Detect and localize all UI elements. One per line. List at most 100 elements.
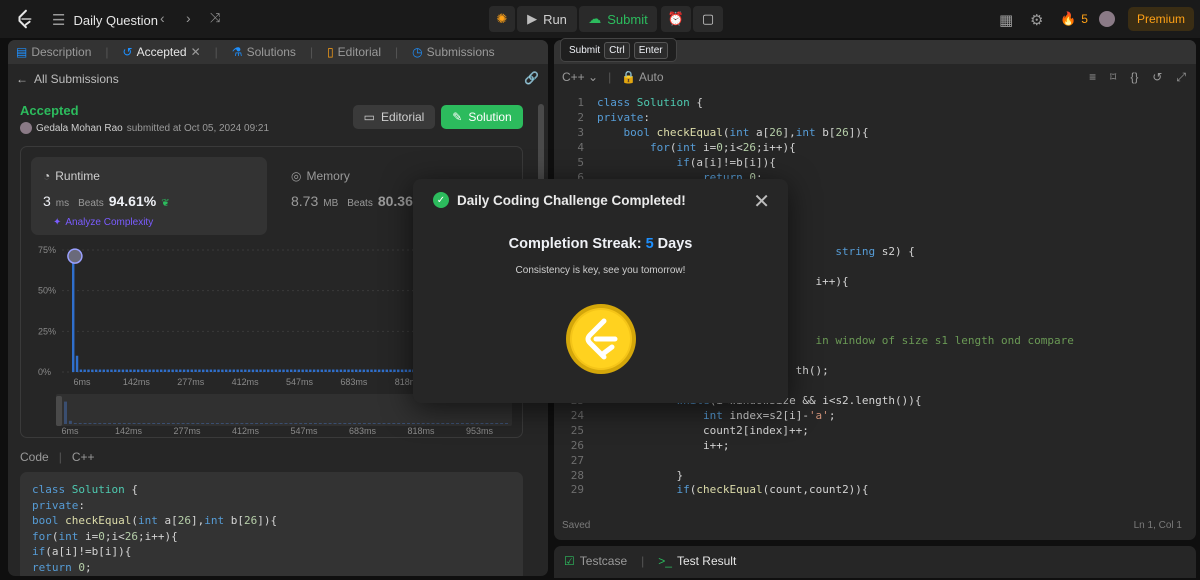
submitted-time: submitted at Oct 05, 2024 09:21 — [126, 122, 270, 134]
navigator-tick-label: 547ms — [290, 426, 318, 434]
navigator-bar — [206, 423, 210, 424]
link-icon[interactable]: 🔗 — [524, 71, 539, 85]
auto-toggle[interactable]: 🔒 Auto — [621, 70, 663, 84]
premium-button[interactable]: Premium — [1128, 7, 1194, 31]
navigator-bar — [157, 423, 161, 424]
play-icon: ▶ — [527, 11, 538, 26]
navigator-bar — [220, 423, 224, 424]
chart-bar — [129, 369, 132, 372]
prev-problem-icon[interactable]: ‹ — [160, 10, 165, 26]
chip-icon: ◎ — [291, 169, 302, 183]
solution-button[interactable]: ✎ Solution — [441, 105, 523, 129]
next-problem-icon[interactable]: › — [186, 10, 191, 26]
debug-button[interactable]: ✺ — [489, 6, 515, 32]
line-number: 28 — [570, 468, 584, 482]
chart-bar — [362, 369, 366, 372]
gear-icon[interactable]: ⚙ — [1030, 11, 1043, 29]
navigator-bar — [181, 423, 185, 424]
chart-bar — [381, 369, 385, 372]
navigator-bar — [416, 423, 420, 424]
braces-icon[interactable]: {} — [1130, 70, 1138, 85]
line-number: 26 — [570, 438, 584, 452]
streak-counter[interactable]: 🔥 5 — [1060, 11, 1088, 27]
editorial-button[interactable]: ▭ Editorial — [353, 105, 435, 129]
leetcode-logo-icon[interactable] — [14, 8, 36, 30]
navigator-bar — [485, 423, 489, 424]
shuffle-icon[interactable]: ⤨ — [210, 10, 220, 26]
chart-bar — [91, 369, 94, 372]
chart-bar — [79, 369, 83, 372]
close-icon[interactable]: ✕ — [753, 189, 770, 214]
x-tick-label: 6ms — [73, 377, 91, 387]
tab-editorial[interactable]: ▯ Editorial — [327, 45, 381, 59]
timer-button[interactable]: ⏰ — [661, 6, 691, 32]
avatar[interactable] — [1099, 11, 1115, 27]
close-tab-icon[interactable]: ✕ — [191, 45, 201, 59]
navigator-bar — [304, 423, 308, 424]
navigator-bar — [436, 423, 440, 424]
chart-bar — [320, 369, 323, 372]
submit-button[interactable]: ☁ Submit — [579, 6, 657, 32]
author-name[interactable]: Gedala Mohan Rao — [36, 123, 123, 134]
problem-list-icon: ☰ — [52, 12, 66, 29]
line-number: 1 — [577, 96, 584, 109]
chart-bar — [358, 369, 362, 372]
runtime-beats-pct: 94.61% — [108, 193, 157, 209]
arrow-left-icon: ← — [16, 72, 28, 86]
navigator-bar — [343, 423, 347, 424]
memory-number: 8.73 — [291, 193, 319, 209]
daily-question-nav[interactable]: ☰ Daily Question — [52, 11, 158, 29]
submission-status: Accepted — [20, 103, 79, 118]
enter-key: Enter — [633, 41, 668, 59]
navigator-bar — [201, 423, 205, 424]
navigator-bar — [93, 423, 97, 424]
bookmark-icon[interactable]: ⌑ — [1110, 70, 1116, 85]
sparkle-icon: ✦ — [53, 217, 62, 228]
author-avatar[interactable] — [20, 122, 32, 134]
chart-bar — [148, 369, 151, 372]
run-button[interactable]: ▶ Run — [517, 6, 577, 32]
tab-accepted[interactable]: ↺ Accepted ✕ — [123, 45, 201, 59]
tab-testcase[interactable]: ☑ Testcase — [564, 554, 627, 568]
layout-grid-icon[interactable]: ▦ — [999, 11, 1013, 29]
tab-description[interactable]: ▤ Description — [16, 45, 91, 59]
navigator-bar — [196, 423, 200, 424]
user-submission-marker — [67, 248, 83, 264]
line-number: 3 — [577, 125, 584, 139]
tab-submissions[interactable]: ◷ Submissions — [412, 45, 495, 59]
navigator-bar — [166, 423, 170, 424]
chart-bar — [121, 369, 125, 372]
chart-bar — [106, 369, 109, 372]
navigator-bar — [382, 423, 386, 424]
left-tabbar: ▤ Description | ↺ Accepted ✕ | ⚗ Solutions |… — [8, 40, 548, 64]
chart-bar — [393, 369, 396, 372]
runtime-card[interactable]: ◔ Runtime 3 ms Beats 94.61% ❦ ✦ Analyze Co… — [31, 157, 267, 235]
runtime-title: ◔ Runtime — [43, 169, 100, 183]
tab-test-result[interactable]: >_ Test Result — [658, 554, 736, 568]
notes-button[interactable]: ▢ — [693, 6, 723, 32]
navigator-bar — [73, 423, 77, 424]
chart-bar — [247, 369, 251, 372]
expand-icon[interactable]: ⤢ — [1176, 70, 1186, 85]
all-submissions-link[interactable]: ← All Submissions — [16, 72, 119, 86]
navigator-bar — [480, 423, 484, 424]
navigator-bar — [338, 423, 342, 424]
navigator-bar — [284, 423, 288, 424]
code-line: } — [597, 468, 684, 482]
chart-bar — [408, 369, 411, 372]
y-tick-label: 25% — [38, 326, 56, 336]
chart-bar — [377, 369, 381, 372]
tab-solutions[interactable]: ⚗ Solutions — [232, 45, 296, 59]
analyze-complexity-link[interactable]: ✦ Analyze Complexity — [53, 217, 153, 228]
chart-bar — [251, 369, 255, 372]
chart-bar — [163, 369, 167, 372]
reset-icon[interactable]: ↺ — [1152, 70, 1162, 85]
chart-bar — [110, 369, 113, 372]
line-number: 25 — [570, 423, 584, 437]
navigator-bar — [264, 423, 268, 424]
navigator-bar — [250, 423, 254, 424]
chart-bar — [305, 369, 308, 372]
format-icon[interactable]: ≡ — [1089, 70, 1096, 85]
language-select[interactable]: C++ ⌄ — [562, 70, 598, 84]
streak-unit: Days — [657, 236, 693, 252]
